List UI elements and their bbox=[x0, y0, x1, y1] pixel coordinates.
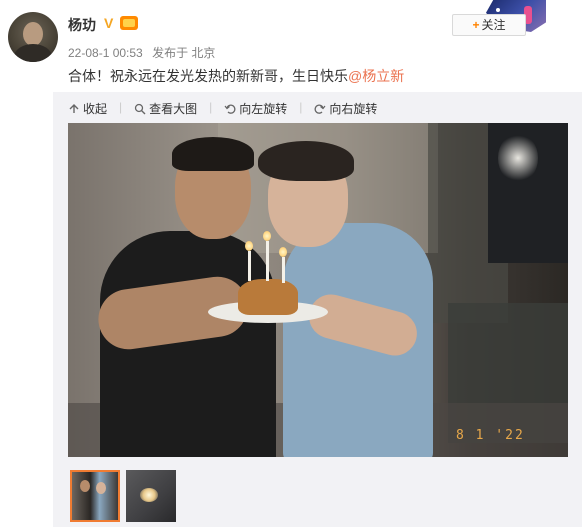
media-toolbar: 收起 | 查看大图 | 向左旋转 | 向右旋转 bbox=[68, 100, 389, 117]
post-photo[interactable]: 8 1 '22 bbox=[68, 123, 568, 457]
post-source: 发布于 北京 bbox=[152, 46, 216, 60]
collapse-button[interactable]: 收起 bbox=[68, 100, 107, 117]
mention-link[interactable]: @杨立新 bbox=[348, 68, 404, 84]
thumbnail-glow bbox=[140, 488, 158, 502]
rotate-left-icon bbox=[224, 104, 236, 114]
collapse-icon bbox=[69, 103, 79, 113]
avatar-body bbox=[14, 44, 52, 62]
star-decoration bbox=[496, 8, 500, 12]
thumbnail-2[interactable] bbox=[126, 470, 176, 522]
rotate-left-label: 向左旋转 bbox=[239, 102, 288, 116]
candle bbox=[282, 257, 285, 283]
collapse-label: 收起 bbox=[83, 102, 108, 116]
candle-flame bbox=[279, 247, 287, 257]
post-timestamp[interactable]: 22-08-1 00:53 bbox=[68, 46, 143, 60]
member-icon[interactable] bbox=[120, 16, 138, 30]
thumbnail-figure bbox=[96, 482, 106, 494]
view-large-button[interactable]: 查看大图 bbox=[134, 100, 197, 117]
candle-flame bbox=[263, 231, 271, 241]
post-text: 合体！祝永远在发光发热的新新哥，生日快乐 bbox=[68, 68, 348, 84]
follow-button[interactable]: + 关注 bbox=[452, 14, 526, 36]
birthday-cake bbox=[238, 279, 298, 315]
search-icon bbox=[134, 103, 146, 114]
toolbar-divider: | bbox=[299, 100, 303, 114]
plus-icon: + bbox=[472, 18, 480, 32]
view-large-label: 查看大图 bbox=[149, 102, 198, 116]
candle bbox=[266, 241, 269, 281]
photo-date-stamp: 8 1 '22 bbox=[456, 428, 525, 443]
post-content: 合体！祝永远在发光发热的新新哥，生日快乐@杨立新 bbox=[68, 66, 404, 86]
avatar[interactable] bbox=[8, 12, 58, 62]
rotate-right-icon bbox=[314, 104, 326, 114]
username-link[interactable]: 杨玏 bbox=[68, 15, 96, 35]
toolbar-divider: | bbox=[209, 100, 213, 114]
post-meta: 22-08-1 00:53 发布于 北京 bbox=[68, 44, 221, 61]
thumbnail-1[interactable] bbox=[70, 470, 120, 522]
person-left-hair bbox=[172, 137, 254, 171]
thumbnail-figure bbox=[80, 480, 90, 492]
rotate-right-button[interactable]: 向右旋转 bbox=[314, 100, 377, 117]
avatar-face bbox=[23, 22, 43, 46]
candle-flame bbox=[245, 241, 253, 251]
rotate-left-button[interactable]: 向左旋转 bbox=[224, 100, 287, 117]
follow-label: 关注 bbox=[481, 18, 506, 32]
candle bbox=[248, 251, 251, 281]
verified-icon: V bbox=[104, 15, 114, 31]
photo-light bbox=[498, 133, 538, 183]
toolbar-divider: | bbox=[119, 100, 123, 114]
rotate-right-label: 向右旋转 bbox=[329, 102, 378, 116]
person-right-hair bbox=[258, 141, 354, 181]
